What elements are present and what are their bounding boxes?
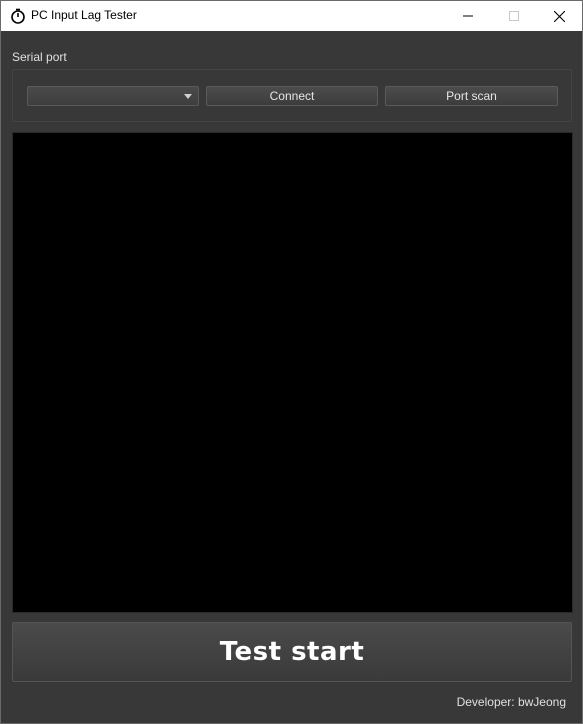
minimize-button[interactable]: [445, 1, 491, 31]
minimize-icon: [463, 15, 473, 17]
window-title: PC Input Lag Tester: [31, 8, 137, 22]
chevron-down-icon: [184, 94, 192, 99]
timer-icon: [11, 8, 25, 24]
port-scan-button[interactable]: Port scan: [385, 86, 558, 106]
test-start-button[interactable]: Test start: [12, 622, 572, 682]
serial-port-label: Serial port: [12, 50, 67, 64]
maximize-button[interactable]: [491, 1, 537, 31]
close-button[interactable]: [536, 1, 582, 31]
maximize-icon: [509, 11, 519, 21]
close-icon: [553, 10, 565, 22]
test-display-area[interactable]: [12, 132, 573, 613]
title-bar[interactable]: PC Input Lag Tester: [1, 1, 582, 31]
connect-button[interactable]: Connect: [206, 86, 378, 106]
developer-credit: Developer: bwJeong: [456, 695, 566, 709]
serial-port-select[interactable]: [27, 86, 199, 106]
app-window: PC Input Lag Tester Serial port Connect …: [0, 0, 583, 724]
